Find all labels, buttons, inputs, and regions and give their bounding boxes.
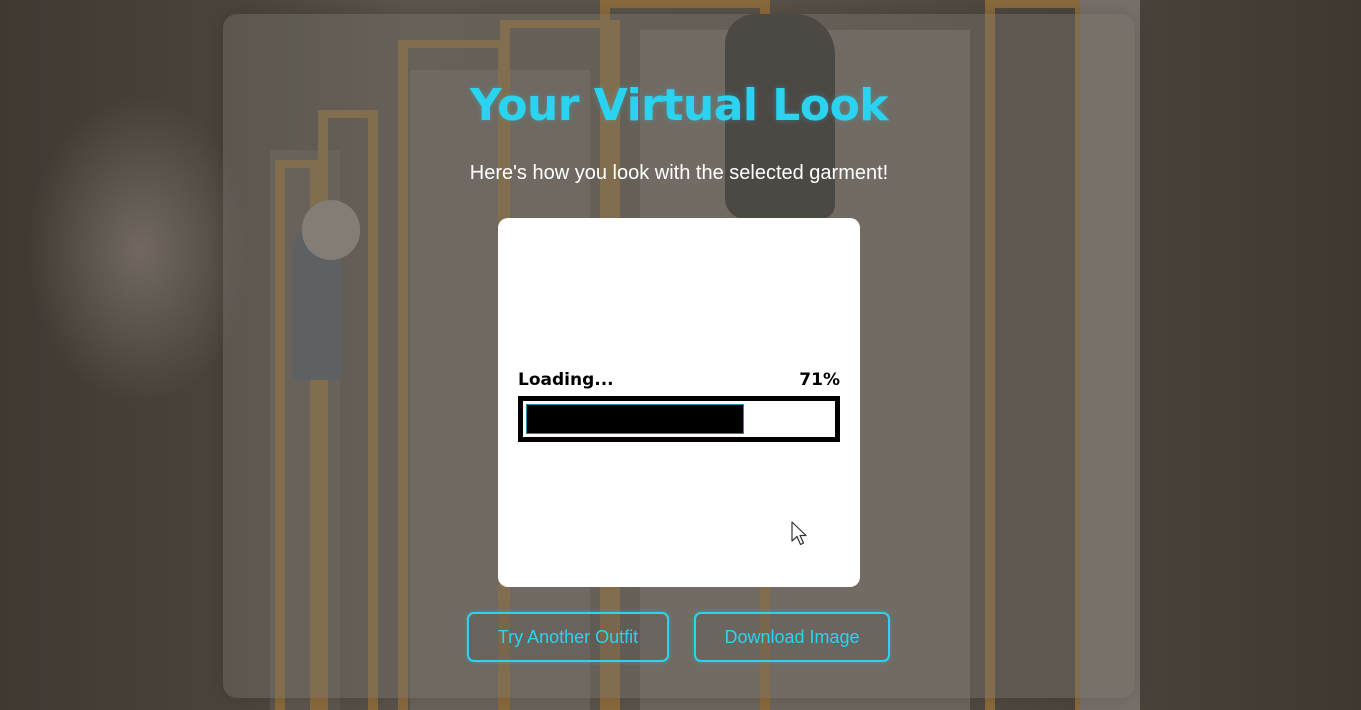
progress-fill — [526, 404, 744, 434]
page-subtitle: Here's how you look with the selected ga… — [469, 162, 889, 184]
result-image-area: Loading... 71% — [498, 218, 860, 587]
loading-label: Loading... — [518, 370, 614, 390]
mouse-pointer-icon — [791, 521, 807, 546]
loading-status: Loading... 71% — [518, 370, 840, 390]
page-title: Your Virtual Look — [469, 80, 889, 131]
try-another-outfit-button[interactable]: Try Another Outfit — [467, 612, 669, 662]
download-image-button[interactable]: Download Image — [694, 612, 890, 662]
progress-percent: 71% — [799, 370, 840, 390]
progress-bar — [518, 396, 840, 442]
